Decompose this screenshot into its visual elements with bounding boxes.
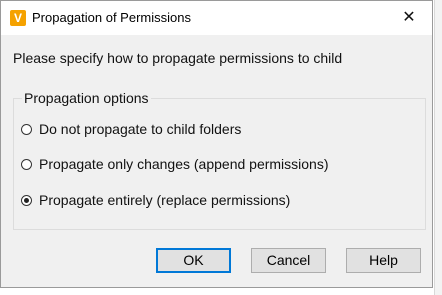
radio-do-not-propagate[interactable]: Do not propagate to child folders bbox=[21, 119, 241, 139]
window-title: Propagation of Permissions bbox=[32, 10, 191, 25]
background-window-edge bbox=[434, 0, 442, 295]
radio-selected-dot bbox=[24, 197, 29, 203]
group-title: Propagation options bbox=[22, 90, 151, 106]
title-bar[interactable]: V Propagation of Permissions ✕ bbox=[1, 1, 432, 35]
radio-label: Do not propagate to child folders bbox=[39, 121, 242, 137]
radio-label: Propagate entirely (replace permissions) bbox=[39, 192, 291, 208]
close-button[interactable]: ✕ bbox=[386, 1, 432, 35]
instruction-text: Please specify how to propagate permissi… bbox=[13, 50, 343, 66]
radio-propagate-changes[interactable]: Propagate only changes (append permissio… bbox=[21, 154, 329, 174]
close-icon: ✕ bbox=[402, 9, 416, 26]
ok-button[interactable]: OK bbox=[156, 248, 231, 273]
radio-button[interactable] bbox=[21, 123, 32, 135]
radio-label: Propagate only changes (append permissio… bbox=[39, 156, 329, 172]
radio-button[interactable] bbox=[21, 158, 32, 170]
app-logo-icon: V bbox=[10, 10, 26, 26]
radio-button-selected[interactable] bbox=[21, 194, 32, 206]
propagation-dialog: V Propagation of Permissions ✕ Please sp… bbox=[0, 0, 433, 288]
help-button[interactable]: Help bbox=[346, 248, 421, 273]
cancel-button[interactable]: Cancel bbox=[251, 248, 326, 273]
radio-propagate-entirely[interactable]: Propagate entirely (replace permissions) bbox=[21, 190, 290, 210]
